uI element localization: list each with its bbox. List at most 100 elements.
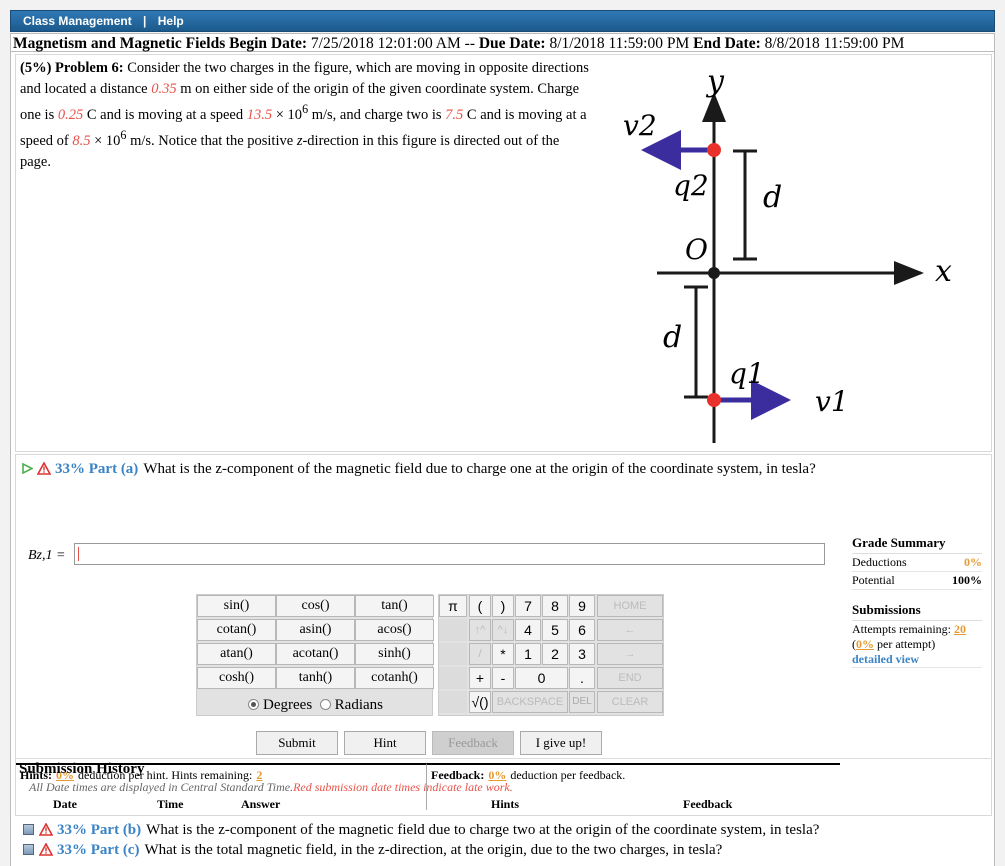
timezone-note: All Date times are displayed in Central … bbox=[29, 780, 294, 794]
key-dot[interactable]: . bbox=[569, 667, 595, 689]
key-6[interactable]: 6 bbox=[569, 619, 595, 641]
top-nav-bar: Class Management | Help bbox=[10, 10, 995, 32]
speed-one-value: 13.5 bbox=[246, 106, 273, 123]
potential-value: 100% bbox=[952, 573, 982, 587]
collapsed-square-icon[interactable] bbox=[23, 844, 34, 855]
key-2[interactable]: 2 bbox=[542, 643, 568, 665]
problem-text-segment: C and is moving at a speed bbox=[86, 106, 244, 123]
end-date-value: 8/8/2018 11:59:00 PM bbox=[764, 35, 905, 52]
grade-summary: Grade Summary Deductions 0% Potential 10… bbox=[852, 535, 982, 590]
submissions-summary: Submissions Attempts remaining: 20 (0% p… bbox=[852, 602, 982, 668]
date-separator: -- bbox=[464, 35, 475, 52]
submission-history-title: Submission History bbox=[19, 761, 145, 777]
part-b-header[interactable]: 33% Part (b) What is the z-component of t… bbox=[23, 822, 819, 839]
part-c-percent: 33% Part (c) bbox=[57, 842, 140, 858]
charge-one-value: 0.25 bbox=[57, 106, 84, 123]
deductions-label: Deductions bbox=[852, 555, 907, 569]
column-header-time: Time bbox=[157, 797, 184, 811]
per-attempt-pct: 0% bbox=[856, 637, 874, 651]
problem-title: Problem 6: bbox=[55, 60, 124, 76]
charge-two-dot bbox=[707, 143, 721, 157]
key-tan[interactable]: tan() bbox=[355, 595, 434, 617]
key-right[interactable]: → bbox=[597, 643, 663, 665]
key-sin[interactable]: sin() bbox=[197, 595, 276, 617]
key-left-paren[interactable]: ( bbox=[469, 595, 491, 617]
answer-input[interactable] bbox=[74, 543, 825, 565]
potential-row: Potential 100% bbox=[852, 572, 982, 590]
key-backspace[interactable]: BACKSPACE bbox=[492, 691, 568, 713]
key-3[interactable]: 3 bbox=[569, 643, 595, 665]
key-left[interactable]: ← bbox=[597, 619, 663, 641]
key-asin[interactable]: asin() bbox=[276, 619, 355, 641]
collapsed-square-icon[interactable] bbox=[23, 824, 34, 835]
key-sqrt[interactable]: √() bbox=[469, 691, 491, 713]
charge-two-value: 7.5 bbox=[445, 106, 464, 123]
give-up-button[interactable]: I give up! bbox=[520, 731, 602, 755]
assignment-name: Magnetism and Magnetic Fields bbox=[13, 35, 226, 52]
numeric-keypad: π ( ) 7 8 9 HOME ↑^ ^↓ 4 5 6 ← / * 1 2 3… bbox=[438, 594, 664, 716]
key-down-arrow[interactable]: ^↓ bbox=[492, 619, 514, 641]
key-acos[interactable]: acos() bbox=[355, 619, 434, 641]
key-home[interactable]: HOME bbox=[597, 595, 663, 617]
key-9[interactable]: 9 bbox=[569, 595, 595, 617]
begin-date-label: Begin Date: bbox=[229, 35, 308, 52]
answer-label: Bz,1 = bbox=[28, 548, 66, 563]
main-content: (5%) Problem 6: Consider the two charges… bbox=[10, 52, 995, 866]
class-management-link[interactable]: Class Management bbox=[23, 14, 132, 28]
q2-label: q2 bbox=[673, 169, 709, 202]
key-5[interactable]: 5 bbox=[542, 619, 568, 641]
key-slash[interactable]: / bbox=[469, 643, 491, 665]
submission-history: Submission History All Date times are di… bbox=[15, 758, 992, 814]
key-cos[interactable]: cos() bbox=[276, 595, 355, 617]
key-0[interactable]: 0 bbox=[515, 667, 568, 689]
key-minus[interactable]: - bbox=[492, 667, 514, 689]
due-date-value: 8/1/2018 11:59:00 PM bbox=[549, 35, 690, 52]
v2-label: v2 bbox=[623, 109, 657, 142]
key-7[interactable]: 7 bbox=[515, 595, 541, 617]
part-b-question: What is the z-component of the magnetic … bbox=[146, 822, 820, 838]
part-a-header[interactable]: 33% Part (a) What is the z-component of t… bbox=[22, 461, 816, 478]
warning-icon bbox=[39, 843, 53, 856]
submit-button[interactable]: Submit bbox=[256, 731, 338, 755]
key-4[interactable]: 4 bbox=[515, 619, 541, 641]
problem-statement-panel: (5%) Problem 6: Consider the two charges… bbox=[15, 54, 992, 452]
radians-label: Radians bbox=[334, 697, 383, 713]
radians-radio[interactable] bbox=[319, 699, 331, 710]
problem-figure: y x O d d v2 v1 q2 q1 bbox=[623, 65, 952, 443]
part-c-question: What is the total magnetic field, in the… bbox=[144, 842, 723, 858]
key-plus[interactable]: + bbox=[469, 667, 491, 689]
detailed-view-link[interactable]: detailed view bbox=[852, 652, 982, 668]
key-end[interactable]: END bbox=[597, 667, 663, 689]
x-axis-label: x bbox=[935, 254, 952, 289]
key-clear[interactable]: CLEAR bbox=[597, 691, 663, 713]
key-cotan[interactable]: cotan() bbox=[197, 619, 276, 641]
expand-play-icon[interactable] bbox=[22, 463, 33, 474]
degrees-radio[interactable] bbox=[248, 699, 260, 710]
key-cosh[interactable]: cosh() bbox=[197, 667, 276, 689]
key-atan[interactable]: atan() bbox=[197, 643, 276, 665]
due-date-label: Due Date: bbox=[478, 35, 546, 52]
per-attempt-row: (0% per attempt) bbox=[852, 637, 982, 652]
key-sinh[interactable]: sinh() bbox=[355, 643, 434, 665]
d-label-lower: d bbox=[663, 320, 682, 355]
key-8[interactable]: 8 bbox=[542, 595, 568, 617]
key-blank bbox=[439, 691, 467, 713]
key-cotanh[interactable]: cotanh() bbox=[355, 667, 434, 689]
exponent: 6 bbox=[302, 102, 309, 116]
key-1[interactable]: 1 bbox=[515, 643, 541, 665]
hint-button[interactable]: Hint bbox=[344, 731, 426, 755]
key-multiply[interactable]: * bbox=[492, 643, 514, 665]
key-blank bbox=[439, 667, 467, 689]
key-del[interactable]: DEL bbox=[569, 691, 595, 713]
key-pi[interactable]: π bbox=[439, 595, 467, 617]
part-c-header[interactable]: 33% Part (c) What is the total magnetic f… bbox=[23, 842, 722, 859]
warning-icon bbox=[39, 823, 53, 836]
key-acotan[interactable]: acotan() bbox=[276, 643, 355, 665]
help-link[interactable]: Help bbox=[158, 14, 184, 28]
key-up-arrow[interactable]: ↑^ bbox=[469, 619, 491, 641]
column-header-answer: Answer bbox=[241, 797, 281, 811]
key-right-paren[interactable]: ) bbox=[492, 595, 514, 617]
key-tanh[interactable]: tanh() bbox=[276, 667, 355, 689]
deductions-row: Deductions 0% bbox=[852, 554, 982, 572]
submission-history-note: All Date times are displayed in Central … bbox=[29, 780, 513, 795]
